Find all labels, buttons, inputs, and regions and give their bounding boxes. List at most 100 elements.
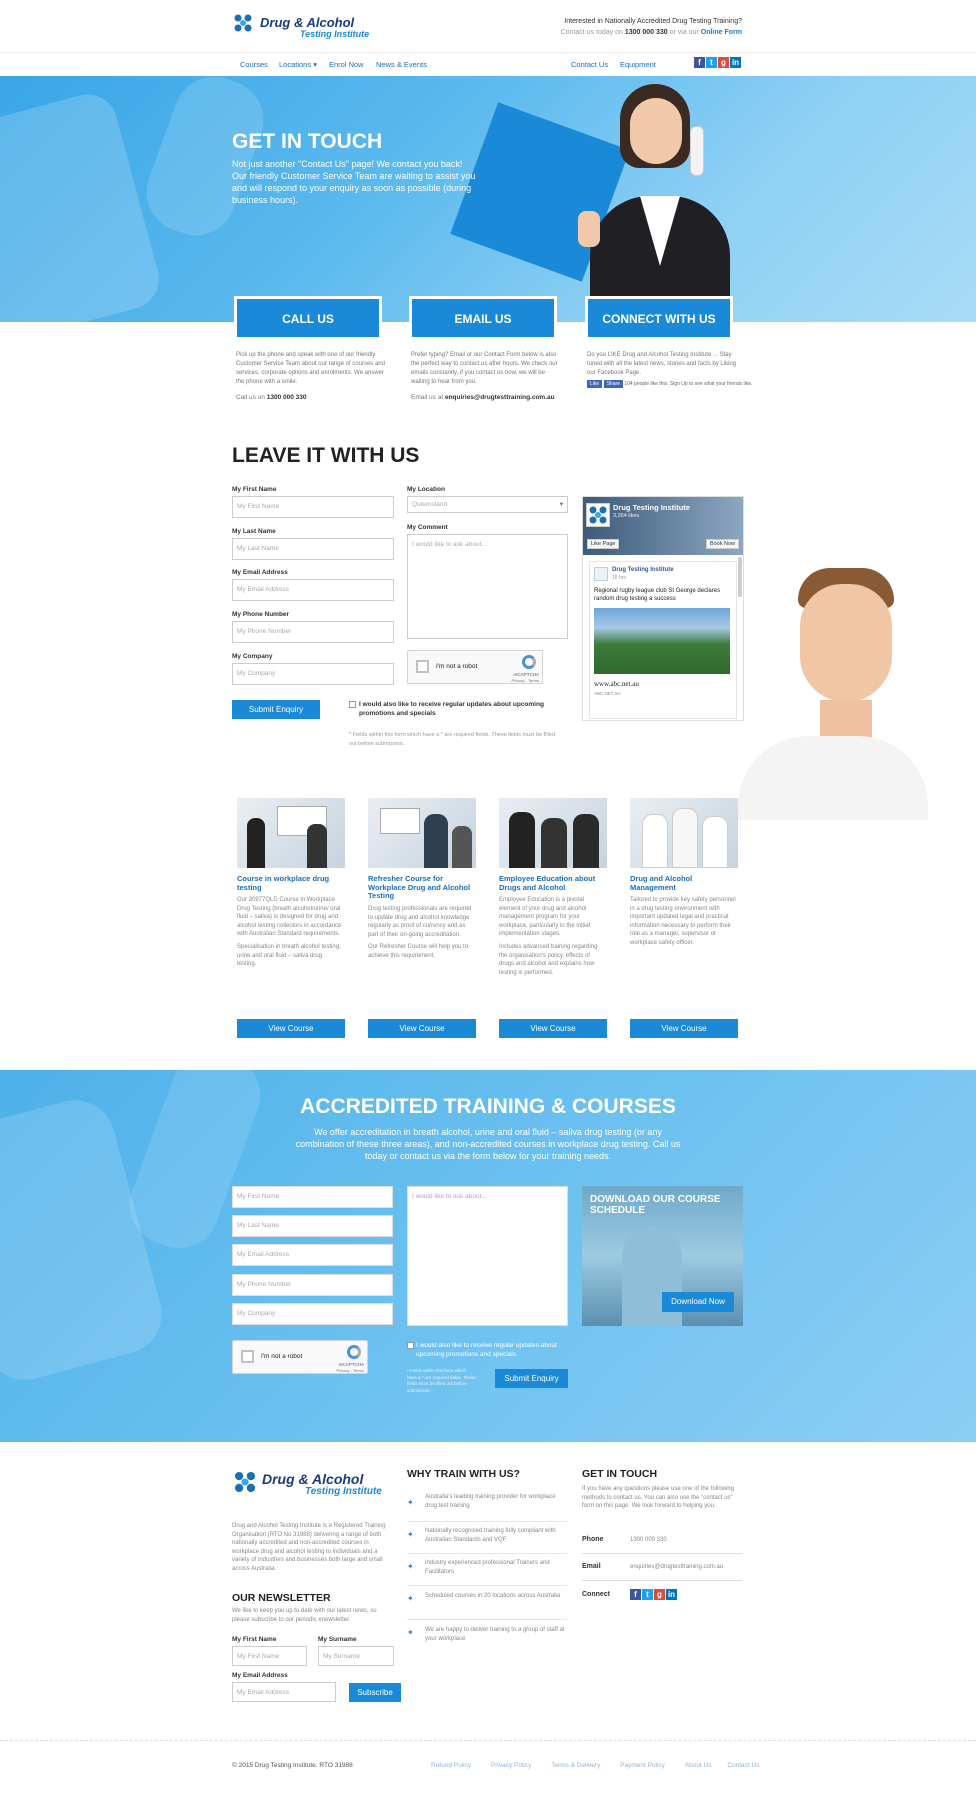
why-item: ✶ Nationally recognised training fully co… bbox=[407, 1522, 567, 1554]
newsletter-surname-input[interactable]: My Surname bbox=[318, 1646, 394, 1666]
fb-book-now-button[interactable]: Book Now bbox=[705, 539, 739, 549]
band-submit-button[interactable]: Submit Enquiry bbox=[495, 1369, 568, 1388]
band-phone-input[interactable]: My Phone Number bbox=[232, 1274, 393, 1296]
email-label: My Email Address bbox=[232, 569, 288, 576]
download-schedule-card[interactable]: DOWNLOAD OUR COURSE SCHEDULE Download No… bbox=[582, 1186, 743, 1326]
touch-phone-value[interactable]: 1300 000 330 bbox=[630, 1536, 667, 1545]
nav-locations[interactable]: Locations ▾ bbox=[279, 60, 317, 69]
facebook-icon[interactable]: f bbox=[630, 1589, 641, 1600]
about-us-link[interactable]: About Us bbox=[685, 1762, 712, 1769]
payment-policy-link[interactable]: Payment Policy bbox=[620, 1762, 665, 1769]
header-phone[interactable]: 1300 000 330 bbox=[625, 29, 668, 36]
course-image-2[interactable] bbox=[368, 798, 476, 868]
download-title: DOWNLOAD OUR COURSE SCHEDULE bbox=[590, 1194, 721, 1216]
view-course-button-2[interactable]: View Course bbox=[368, 1019, 476, 1038]
course-desc-1a: Our 30977QLD Course in Workplace Drug Te… bbox=[237, 897, 342, 938]
fb-page-name[interactable]: Drug Testing Institute bbox=[613, 503, 690, 512]
touch-email-label: Email bbox=[582, 1563, 601, 1570]
view-course-button-1[interactable]: View Course bbox=[237, 1019, 345, 1038]
recaptcha-widget[interactable]: I'm not a robot reCAPTCHA Privacy - Term… bbox=[407, 650, 543, 684]
band-email-input[interactable]: My Email Address bbox=[232, 1244, 393, 1266]
facebook-icon[interactable]: f bbox=[694, 57, 705, 68]
view-course-button-3[interactable]: View Course bbox=[499, 1019, 607, 1038]
email-input[interactable]: My Email Address bbox=[232, 579, 394, 601]
nav-courses[interactable]: Courses bbox=[240, 60, 268, 69]
footer-logo[interactable]: Drug & Alcohol Testing Institute bbox=[232, 1469, 402, 1499]
course-title-2[interactable]: Refresher Course for Workplace Drug and … bbox=[368, 874, 476, 901]
download-now-button[interactable]: Download Now bbox=[662, 1292, 734, 1312]
call-phone[interactable]: 1300 000 330 bbox=[267, 394, 307, 401]
comment-textarea[interactable]: I would like to ask about... bbox=[407, 534, 568, 639]
band-recaptcha-checkbox[interactable] bbox=[241, 1350, 254, 1363]
nav-news[interactable]: News & Events bbox=[376, 60, 427, 69]
fb-like-page-button[interactable]: Like Page bbox=[587, 539, 620, 549]
fb-like-button[interactable]: Like bbox=[587, 380, 603, 388]
course-title-4[interactable]: Drug and Alcohol Management bbox=[630, 874, 738, 892]
privacy-policy-link[interactable]: Privacy Policy bbox=[491, 1762, 531, 1769]
nav-enrol[interactable]: Enrol Now bbox=[329, 60, 364, 69]
hero-text: Not just another "Contact Us" page! We c… bbox=[232, 159, 476, 205]
course-desc-2: Drug testing professionals are required … bbox=[368, 905, 474, 961]
nav-contact[interactable]: Contact Us bbox=[571, 60, 608, 69]
band-last-name-input[interactable]: My Last Name bbox=[232, 1215, 393, 1237]
call-us-button[interactable]: CALL US bbox=[234, 296, 382, 340]
terms-link[interactable]: Terms & Delivery bbox=[551, 1762, 600, 1769]
bullet-icon: ✶ bbox=[407, 1594, 414, 1603]
linkedin-icon[interactable]: in bbox=[666, 1589, 677, 1600]
updates-checkbox[interactable] bbox=[349, 701, 356, 708]
linkedin-icon[interactable]: in bbox=[730, 57, 741, 68]
fb-link-domain: ABC.NET.AU bbox=[594, 691, 621, 696]
nav-equipment[interactable]: Equipment bbox=[620, 60, 656, 69]
company-input[interactable]: My Company bbox=[232, 663, 394, 685]
location-select[interactable]: Queensland ▾ bbox=[407, 496, 568, 513]
fb-share-button[interactable]: Share bbox=[603, 380, 623, 388]
touch-email-value[interactable]: enquiries@drugtesttraining.com.au bbox=[630, 1563, 723, 1572]
twitter-icon[interactable]: t bbox=[642, 1589, 653, 1600]
band-updates-checkbox[interactable] bbox=[407, 1342, 414, 1349]
fb-link-title[interactable]: www.abc.net.au bbox=[594, 680, 639, 688]
band-comment-textarea[interactable]: I would like to ask about... bbox=[407, 1186, 568, 1326]
course-image-4[interactable] bbox=[630, 798, 738, 868]
last-name-label: My Last Name bbox=[232, 528, 276, 535]
phone-input[interactable]: My Phone Number bbox=[232, 621, 394, 643]
twitter-icon[interactable]: t bbox=[706, 57, 717, 68]
logo-line1: Drug & Alcohol bbox=[260, 15, 355, 30]
fb-post-author[interactable]: Drug Testing Institute bbox=[612, 567, 674, 573]
recaptcha-checkbox[interactable] bbox=[416, 660, 429, 673]
band-recaptcha-widget[interactable]: I'm not a robot reCAPTCHA Privacy - Term… bbox=[232, 1340, 368, 1374]
email-us-button[interactable]: EMAIL US bbox=[409, 296, 557, 340]
fb-page-likes: 3,264 likes bbox=[613, 513, 640, 519]
facebook-widget[interactable]: Drug Testing Institute 3,264 likes Like … bbox=[582, 496, 744, 721]
contact-us-link[interactable]: Contact Us bbox=[727, 1762, 759, 1769]
band-recaptcha-brand: reCAPTCHA bbox=[338, 1362, 364, 1367]
course-image-3[interactable] bbox=[499, 798, 607, 868]
view-course-button-4[interactable]: View Course bbox=[630, 1019, 738, 1038]
email-address-link[interactable]: enquiries@drugtesttraining.com.au bbox=[445, 394, 555, 401]
fb-post-image[interactable] bbox=[594, 608, 730, 674]
first-name-input[interactable]: My First Name bbox=[232, 496, 394, 518]
band-first-name-input[interactable]: My First Name bbox=[232, 1186, 393, 1208]
connect-with-us-button[interactable]: CONNECT WITH US bbox=[585, 296, 733, 340]
course-desc-3a: Employee Education is a pivotal element … bbox=[499, 897, 591, 938]
online-form-link[interactable]: Online Form bbox=[701, 29, 742, 36]
band-company-input[interactable]: My Company bbox=[232, 1303, 393, 1325]
googleplus-icon[interactable]: g bbox=[718, 57, 729, 68]
select-arrow-icon: ▾ bbox=[559, 501, 563, 508]
refund-policy-link[interactable]: Refund Policy bbox=[431, 1762, 471, 1769]
subscribe-button[interactable]: Subscribe bbox=[349, 1683, 401, 1702]
recaptcha-icon bbox=[522, 655, 536, 669]
bullet-icon: ✶ bbox=[407, 1628, 414, 1637]
newsletter-first-input[interactable]: My First Name bbox=[232, 1646, 307, 1666]
course-title-3[interactable]: Employee Education about Drugs and Alcoh… bbox=[499, 874, 607, 892]
course-image-1[interactable] bbox=[237, 798, 345, 868]
phone-label: My Phone Number bbox=[232, 611, 290, 618]
site-logo[interactable]: Drug & Alcohol Testing Institute bbox=[232, 12, 372, 42]
submit-enquiry-button[interactable]: Submit Enquiry bbox=[232, 700, 320, 719]
newsletter-email-input[interactable]: My Email Address bbox=[232, 1682, 336, 1702]
why-item-text: Scheduled courses in 20 locations across… bbox=[425, 1593, 561, 1599]
course-title-1[interactable]: Course in workplace drug testing bbox=[237, 874, 345, 892]
googleplus-icon[interactable]: g bbox=[654, 1589, 665, 1600]
call-prefix: Call us on bbox=[236, 394, 265, 401]
recaptcha-label: I'm not a robot bbox=[436, 663, 478, 670]
last-name-input[interactable]: My Last Name bbox=[232, 538, 394, 560]
